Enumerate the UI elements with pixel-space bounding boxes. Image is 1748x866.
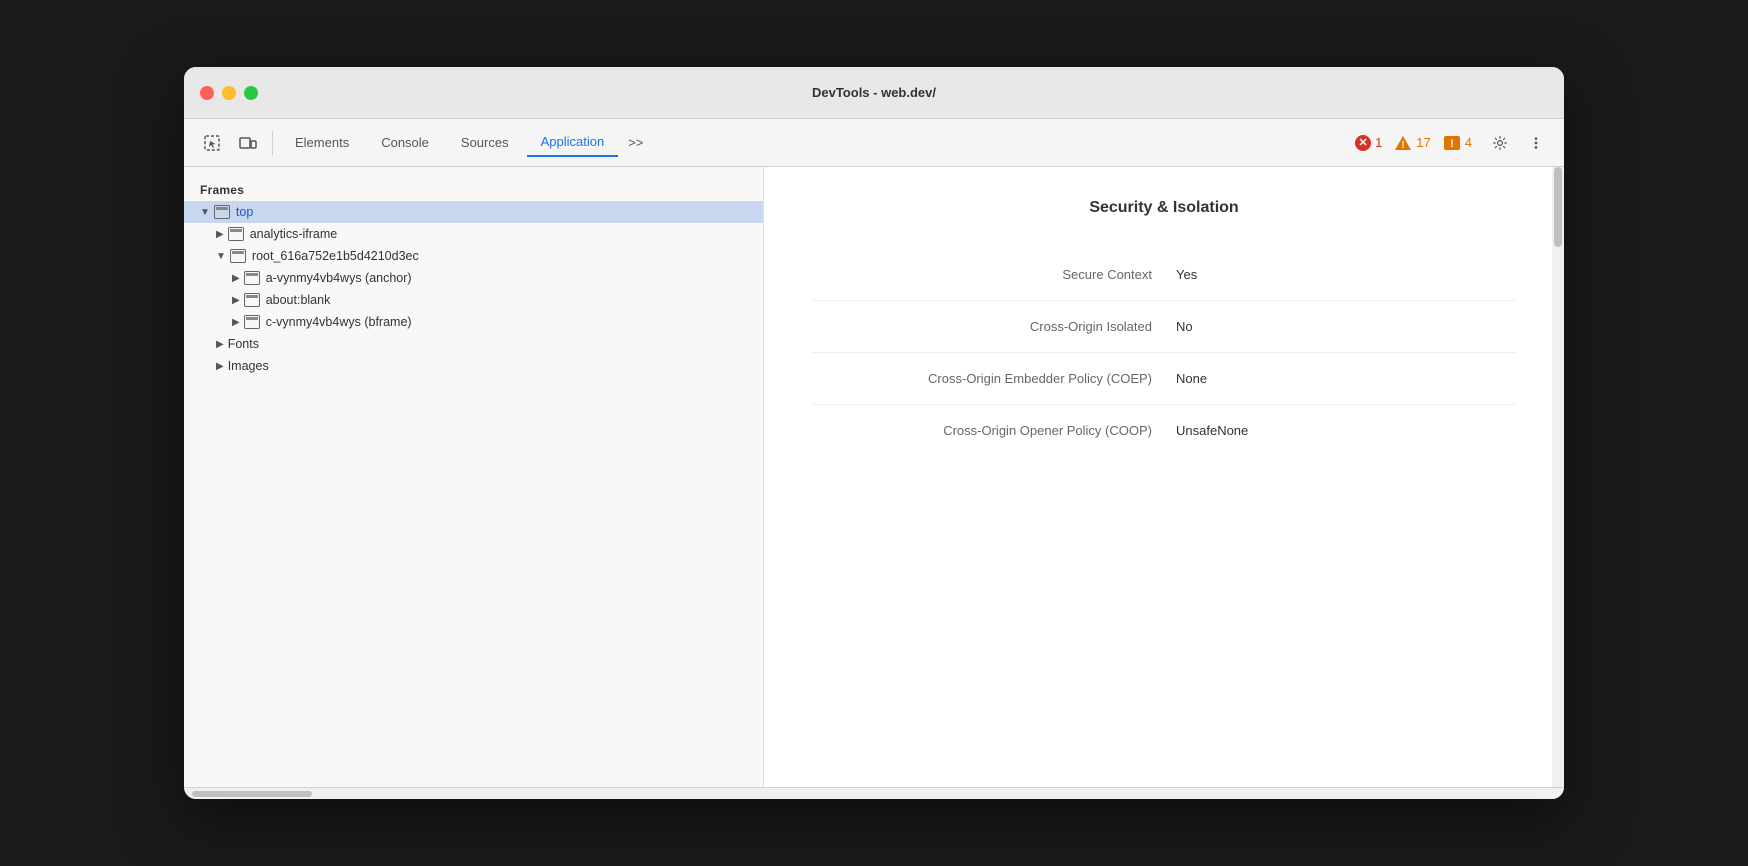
property-row-coep: Cross-Origin Embedder Policy (COEP) None <box>812 353 1516 405</box>
scrollbar-thumb[interactable] <box>1554 167 1562 247</box>
tab-console[interactable]: Console <box>367 129 443 156</box>
sidebar-item-fonts[interactable]: ▶ Fonts <box>184 333 763 355</box>
scrollbar-track <box>1552 167 1564 787</box>
traffic-lights <box>200 86 258 100</box>
settings-button[interactable] <box>1484 127 1516 159</box>
main-content: Frames ▼ top ▶ analytics-iframe ▼ root_ <box>184 167 1564 787</box>
arrow-top: ▼ <box>200 207 210 218</box>
tab-elements[interactable]: Elements <box>281 129 363 156</box>
warning-count: 17 <box>1416 135 1430 150</box>
value-cross-origin-isolated: No <box>1176 319 1516 334</box>
value-coep: None <box>1176 371 1516 386</box>
horizontal-scrollbar[interactable] <box>192 791 312 797</box>
property-table: Secure Context Yes Cross-Origin Isolated… <box>812 249 1516 456</box>
label-coop: Cross-Origin Opener Policy (COOP) <box>812 423 1176 438</box>
frame-icon-bframe <box>244 315 260 329</box>
sidebar-section-title: Frames <box>184 175 763 201</box>
svg-text:!: ! <box>1450 138 1454 150</box>
close-button[interactable] <box>200 86 214 100</box>
arrow-about: ▶ <box>232 295 240 306</box>
sidebar-item-analytics-iframe[interactable]: ▶ analytics-iframe <box>184 223 763 245</box>
arrow-images: ▶ <box>216 361 224 372</box>
info-icon: ! <box>1443 135 1461 151</box>
sidebar-item-top[interactable]: ▼ top <box>184 201 763 223</box>
menu-button[interactable] <box>1520 127 1552 159</box>
arrow-fonts: ▶ <box>216 339 224 350</box>
label-about: about:blank <box>266 293 331 307</box>
frame-icon-about <box>244 293 260 307</box>
minimize-button[interactable] <box>222 86 236 100</box>
window-title: DevTools - web.dev/ <box>812 85 936 100</box>
label-analytics: analytics-iframe <box>250 227 338 241</box>
frame-icon-analytics <box>228 227 244 241</box>
property-row-coop: Cross-Origin Opener Policy (COOP) Unsafe… <box>812 405 1516 456</box>
sidebar-item-anchor[interactable]: ▶ a-vynmy4vb4wys (anchor) <box>184 267 763 289</box>
label-images: Images <box>228 359 269 373</box>
label-coep: Cross-Origin Embedder Policy (COEP) <box>812 371 1176 386</box>
label-bframe: c-vynmy4vb4wys (bframe) <box>266 315 412 329</box>
property-row-cross-origin-isolated: Cross-Origin Isolated No <box>812 301 1516 353</box>
info-badge[interactable]: ! 4 <box>1443 135 1472 151</box>
bottom-bar <box>184 787 1564 799</box>
label-secure-context: Secure Context <box>812 267 1176 282</box>
label-cross-origin-isolated: Cross-Origin Isolated <box>812 319 1176 334</box>
warning-badge[interactable]: ! 17 <box>1394 135 1430 151</box>
error-count: 1 <box>1375 135 1382 150</box>
error-badge[interactable]: ✕ 1 <box>1355 135 1382 151</box>
toolbar-divider <box>272 131 273 155</box>
frame-icon-root <box>230 249 246 263</box>
more-tabs-button[interactable]: >> <box>622 129 649 156</box>
toolbar: Elements Console Sources Application >> … <box>184 119 1564 167</box>
content-panel: Security & Isolation Secure Context Yes … <box>764 167 1564 787</box>
value-coop: UnsafeNone <box>1176 423 1516 438</box>
label-fonts: Fonts <box>228 337 259 351</box>
sidebar: Frames ▼ top ▶ analytics-iframe ▼ root_ <box>184 167 764 787</box>
value-secure-context: Yes <box>1176 267 1516 282</box>
property-row-secure-context: Secure Context Yes <box>812 249 1516 301</box>
title-bar: DevTools - web.dev/ <box>184 67 1564 119</box>
sidebar-item-images[interactable]: ▶ Images <box>184 355 763 377</box>
cursor-icon-button[interactable] <box>196 127 228 159</box>
arrow-root: ▼ <box>216 251 226 262</box>
arrow-anchor: ▶ <box>232 273 240 284</box>
sidebar-item-bframe[interactable]: ▶ c-vynmy4vb4wys (bframe) <box>184 311 763 333</box>
device-icon-button[interactable] <box>232 127 264 159</box>
maximize-button[interactable] <box>244 86 258 100</box>
label-root: root_616a752e1b5d4210d3ec <box>252 249 419 263</box>
sidebar-item-root[interactable]: ▼ root_616a752e1b5d4210d3ec <box>184 245 763 267</box>
sidebar-item-about-blank[interactable]: ▶ about:blank <box>184 289 763 311</box>
frame-icon-anchor <box>244 271 260 285</box>
label-top: top <box>236 205 253 219</box>
frame-icon-top <box>214 205 230 219</box>
info-count: 4 <box>1465 135 1472 150</box>
label-anchor: a-vynmy4vb4wys (anchor) <box>266 271 412 285</box>
tab-application[interactable]: Application <box>527 128 619 157</box>
error-icon: ✕ <box>1355 135 1371 151</box>
arrow-analytics: ▶ <box>216 229 224 240</box>
svg-text:!: ! <box>1402 140 1405 151</box>
tab-sources[interactable]: Sources <box>447 129 523 156</box>
devtools-window: DevTools - web.dev/ Elements Console Sou… <box>184 67 1564 799</box>
content-title: Security & Isolation <box>812 199 1516 217</box>
warning-triangle-icon: ! <box>1394 135 1412 151</box>
arrow-bframe: ▶ <box>232 317 240 328</box>
